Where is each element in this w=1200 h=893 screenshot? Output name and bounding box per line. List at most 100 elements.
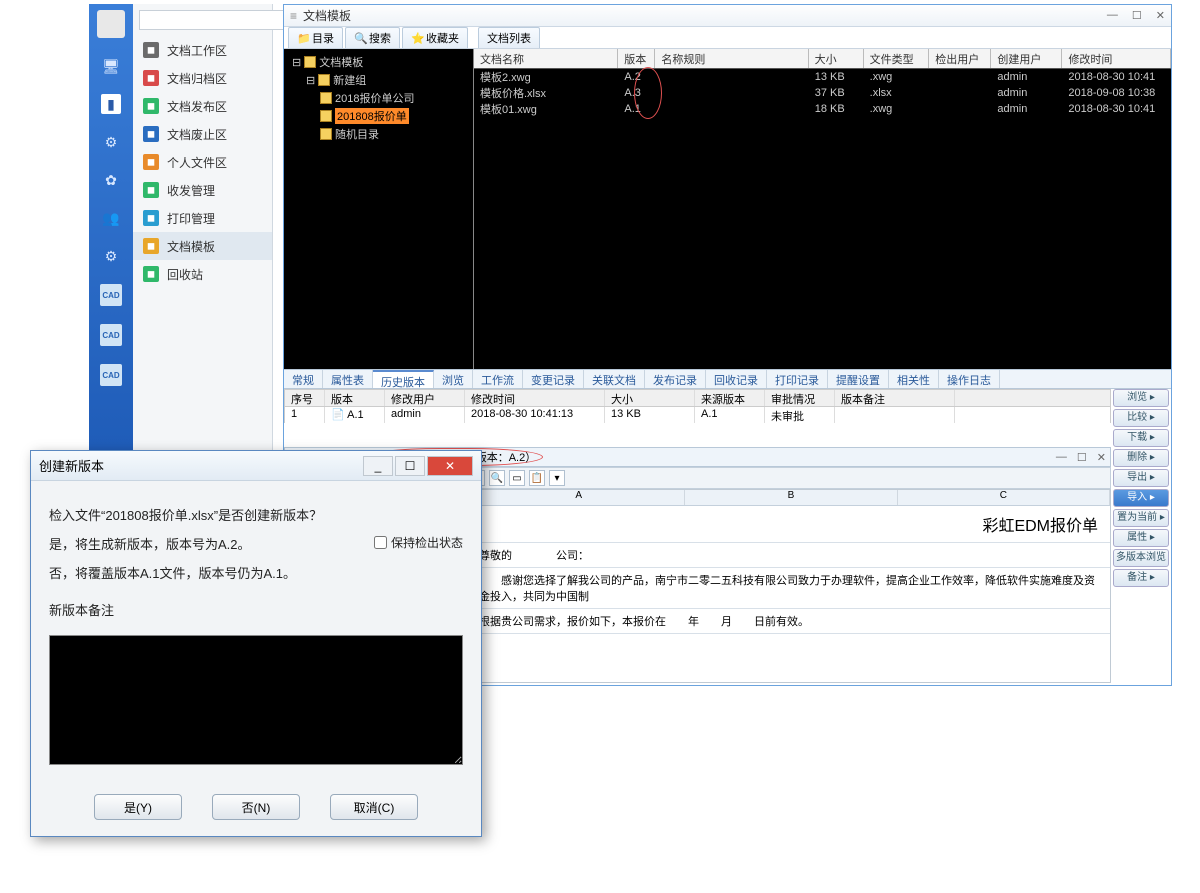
detail-tabs: 常规属性表历史版本浏览工作流变更记录关联文档发布记录回收记录打印记录提醒设置相关… — [284, 369, 1171, 389]
dialog-min-icon[interactable]: _ — [363, 456, 393, 476]
detail-tab-10[interactable]: 提醒设置 — [828, 370, 889, 388]
nav-search-input[interactable] — [139, 10, 291, 30]
left-tab-1[interactable]: 🔍搜索 — [345, 27, 400, 48]
side-btn-1[interactable]: 比较 ▸ — [1113, 409, 1169, 427]
rail-link-icon[interactable]: ✿ — [101, 170, 121, 190]
left-tab-0[interactable]: 📁目录 — [288, 27, 343, 48]
detail-tab-8[interactable]: 回收记录 — [706, 370, 767, 388]
nav-item-icon: ◼ — [143, 238, 159, 254]
side-btn-4[interactable]: 导出 ▸ — [1113, 469, 1169, 487]
tree-pane[interactable]: ⊟ 文档模板⊟ 新建组 2018报价单公司 201808报价单 随机目录 — [284, 49, 474, 369]
tb-more-icon[interactable]: ▾ — [549, 470, 565, 486]
tree-node-2[interactable]: 201808报价单 — [316, 107, 469, 125]
tree-node-3[interactable]: 随机目录 — [316, 125, 469, 143]
list-row[interactable]: 模板2.xwgA.213 KB.xwgadmin2018-08-30 10:41 — [474, 69, 1171, 85]
rail-branch-icon[interactable]: ⚙ — [101, 132, 121, 152]
sheet-row: 2尊敬的 公司： — [457, 543, 1110, 568]
detail-tab-11[interactable]: 相关性 — [889, 370, 939, 388]
detail-tab-3[interactable]: 浏览 — [434, 370, 473, 388]
detail-tab-0[interactable]: 常规 — [284, 370, 323, 388]
preview-max-icon[interactable]: ☐ — [1077, 451, 1087, 464]
dialog-cancel-button[interactable]: 取消(C) — [330, 794, 418, 820]
dialog-no-button[interactable]: 否(N) — [212, 794, 300, 820]
tb-copy-icon[interactable]: 📋 — [529, 470, 545, 486]
nav-item-7[interactable]: ◼文档模板 — [133, 232, 272, 260]
rail-cad3-icon[interactable]: CAD — [100, 364, 122, 386]
icon-rail: 🖥 ▮ ⚙ ✿ 👥 ⚙ CAD CAD CAD — [89, 4, 133, 454]
nav-item-4[interactable]: ◼个人文件区 — [133, 148, 272, 176]
side-btn-6[interactable]: 置为当前 ▸ — [1113, 509, 1169, 527]
detail-tab-6[interactable]: 关联文档 — [584, 370, 645, 388]
tree-node-1[interactable]: 2018报价单公司 — [316, 89, 469, 107]
col-header[interactable]: 文件类型 — [864, 49, 930, 68]
nav-item-2[interactable]: ◼文档发布区 — [133, 92, 272, 120]
rail-monitor-icon[interactable]: 🖥 — [101, 56, 121, 76]
sheet-row: 3 感谢您选择了解我公司的产品，南宁市二零二五科技有限公司致力于办理软件，提高企… — [457, 568, 1110, 609]
detail-tab-1[interactable]: 属性表 — [323, 370, 373, 388]
version-note-textarea[interactable] — [49, 635, 463, 765]
rail-gear-icon[interactable]: ⚙ — [101, 246, 121, 266]
detail-tab-5[interactable]: 变更记录 — [523, 370, 584, 388]
dialog-close-icon[interactable]: ✕ — [427, 456, 473, 476]
tab-doclist[interactable]: 文档列表 — [478, 27, 540, 48]
list-header: 文档名称版本名称规则大小文件类型检出用户创建用户修改时间 — [474, 49, 1171, 69]
side-btn-2[interactable]: 下载 ▸ — [1113, 429, 1169, 447]
titlebar: ≡ 文档模板 — ☐ ✕ — [284, 5, 1171, 27]
dialog-max-icon[interactable]: ☐ — [395, 456, 425, 476]
tree-root[interactable]: ⊟ 文档模板 — [288, 53, 469, 71]
col-header[interactable]: 创建用户 — [991, 49, 1062, 68]
nav-item-icon: ◼ — [143, 70, 159, 86]
col-header[interactable]: 文档名称 — [474, 49, 618, 68]
tb-search-icon[interactable]: 🔍 — [489, 470, 505, 486]
detail-tab-12[interactable]: 操作日志 — [939, 370, 1000, 388]
col-header[interactable]: 大小 — [809, 49, 864, 68]
nav-item-icon: ◼ — [143, 154, 159, 170]
nav-item-icon: ◼ — [143, 98, 159, 114]
list-row[interactable]: 模板价格.xlsxA.337 KB.xlsxadmin2018-09-08 10… — [474, 85, 1171, 101]
dialog-titlebar[interactable]: 创建新版本 _ ☐ ✕ — [31, 451, 481, 481]
col-header[interactable]: 名称规则 — [655, 49, 808, 68]
side-btn-9[interactable]: 备注 ▸ — [1113, 569, 1169, 587]
window-close-icon[interactable]: ✕ — [1156, 9, 1165, 22]
nav-item-8[interactable]: ◼回收站 — [133, 260, 272, 288]
side-btn-7[interactable]: 属性 ▸ — [1113, 529, 1169, 547]
window-max-icon[interactable]: ☐ — [1132, 9, 1142, 22]
list-pane[interactable]: 模板2.xwgA.213 KB.xwgadmin2018-08-30 10:41… — [474, 69, 1171, 369]
detail-tab-9[interactable]: 打印记录 — [767, 370, 828, 388]
nav-item-1[interactable]: ◼文档归档区 — [133, 64, 272, 92]
col-header[interactable]: 检出用户 — [929, 49, 991, 68]
preview-close-icon[interactable]: ✕ — [1097, 451, 1106, 464]
tb-select-icon[interactable]: ▭ — [509, 470, 525, 486]
tree-node-0[interactable]: ⊟ 新建组 — [302, 71, 469, 89]
preview-min-icon[interactable]: — — [1056, 451, 1067, 464]
tab-icon: 📁 — [297, 32, 309, 44]
nav-item-0[interactable]: ◼文档工作区 — [133, 36, 272, 64]
nav-item-icon: ◼ — [143, 210, 159, 226]
nav-item-icon: ◼ — [143, 182, 159, 198]
col-header[interactable]: 修改时间 — [1062, 49, 1171, 68]
detail-tab-4[interactable]: 工作流 — [473, 370, 523, 388]
rail-users-icon[interactable]: 👥 — [101, 208, 121, 228]
preview-sheet[interactable]: ABC 1彩虹EDM报价单2尊敬的 公司：3 感谢您选择了解我公司的产品，南宁市… — [457, 490, 1110, 682]
rail-cad2-icon[interactable]: CAD — [100, 324, 122, 346]
detail-tab-7[interactable]: 发布记录 — [645, 370, 706, 388]
list-row[interactable]: 模板01.xwgA.118 KB.xwgadmin2018-08-30 10:4… — [474, 101, 1171, 117]
nav-item-5[interactable]: ◼收发管理 — [133, 176, 272, 204]
side-btn-3[interactable]: 删除 ▸ — [1113, 449, 1169, 467]
left-tab-2[interactable]: ⭐收藏夹 — [402, 27, 468, 48]
nav-item-icon: ◼ — [143, 42, 159, 58]
nav-item-6[interactable]: ◼打印管理 — [133, 204, 272, 232]
dialog-yes-button[interactable]: 是(Y) — [94, 794, 182, 820]
app-logo-icon — [97, 10, 125, 38]
tab-icon: ⭐ — [411, 32, 423, 44]
rail-folder-icon[interactable]: ▮ — [101, 94, 121, 114]
rail-cad1-icon[interactable]: CAD — [100, 284, 122, 306]
side-btn-8[interactable]: 多版本浏览 — [1113, 549, 1169, 567]
col-header[interactable]: 版本 — [618, 49, 655, 68]
detail-tab-2[interactable]: 历史版本 — [373, 370, 434, 388]
side-btn-0[interactable]: 浏览 ▸ — [1113, 389, 1169, 407]
window-min-icon[interactable]: — — [1107, 9, 1118, 22]
side-btn-5[interactable]: 导入 ▸ — [1113, 489, 1169, 507]
nav-item-3[interactable]: ◼文档废止区 — [133, 120, 272, 148]
keep-checkout-checkbox[interactable]: 保持检出状态 — [374, 534, 463, 551]
